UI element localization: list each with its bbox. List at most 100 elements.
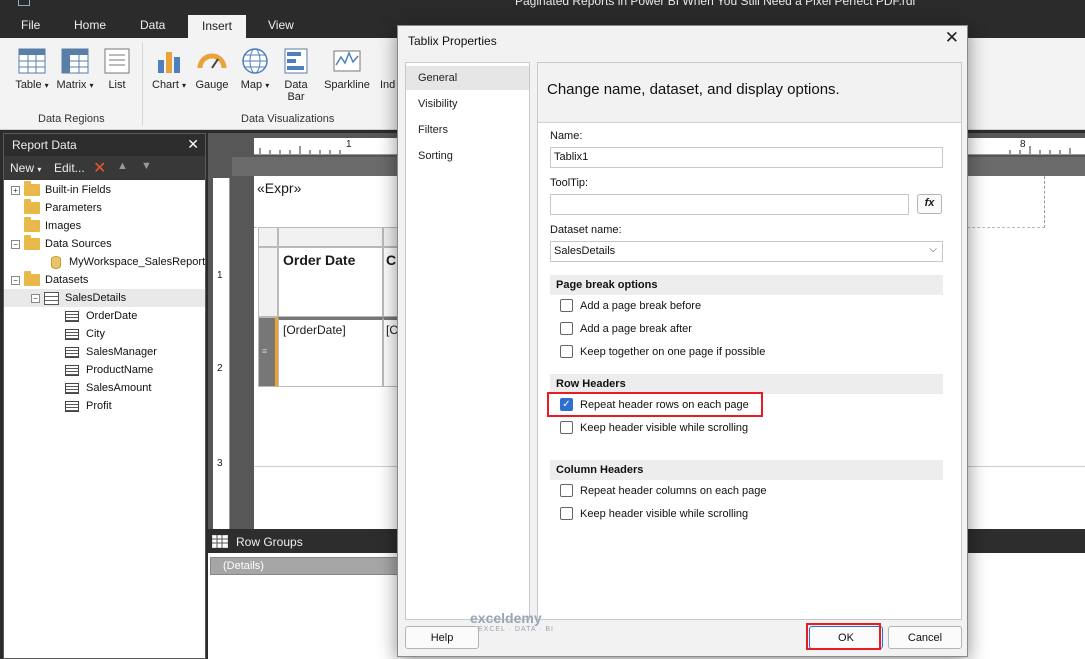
nav-general[interactable]: General <box>406 66 529 90</box>
delete-icon[interactable]: ✕ <box>93 158 106 178</box>
page-break-after-checkbox[interactable]: Add a page break after <box>560 320 692 337</box>
column-handle[interactable] <box>278 227 383 247</box>
collapse-icon[interactable]: − <box>11 275 20 285</box>
checkbox-icon[interactable] <box>560 484 573 497</box>
move-up-icon[interactable]: ▲ <box>117 160 128 172</box>
tablix[interactable]: Order Date Ci ≡ [OrderDate] [C <box>258 227 398 387</box>
table-button-label: Table <box>15 79 42 91</box>
dataset-table-icon <box>44 291 59 305</box>
tab-file[interactable]: File <box>21 18 40 32</box>
row-headers-section: Row Headers <box>550 374 943 394</box>
checkbox-icon[interactable] <box>560 507 573 520</box>
tablix-corner[interactable] <box>258 227 278 247</box>
table-icon <box>18 48 46 74</box>
checkbox-icon[interactable] <box>560 345 573 358</box>
detail-cell[interactable]: [C <box>383 317 398 387</box>
checkbox-icon[interactable] <box>560 299 573 312</box>
chevron-down-icon: ⌵ <box>929 244 937 255</box>
tree-field[interactable]: OrderDate <box>65 307 137 325</box>
tab-home[interactable]: Home <box>74 18 106 32</box>
name-input[interactable]: Tablix1 <box>550 147 943 168</box>
tree-images[interactable]: Images <box>24 217 81 235</box>
tree-label: Images <box>45 220 82 232</box>
row-handle[interactable] <box>258 247 278 317</box>
expr-textbox[interactable]: «Expr» <box>257 180 301 196</box>
title-bar: Paginated Reports in Power BI When You S… <box>0 0 1085 12</box>
tree-field[interactable]: SalesManager <box>65 343 157 361</box>
chart-button[interactable]: Chart ▾ <box>151 46 187 91</box>
keep-row-header-visible-checkbox[interactable]: Keep header visible while scrolling <box>560 419 748 436</box>
tooltip-input[interactable] <box>550 194 909 215</box>
tree-datasets[interactable]: − Datasets <box>11 271 88 289</box>
keep-together-checkbox[interactable]: Keep together on one page if possible <box>560 343 765 360</box>
column-handle[interactable] <box>383 227 398 247</box>
page-break-before-checkbox[interactable]: Add a page break before <box>560 297 701 314</box>
detail-cell[interactable]: [OrderDate] <box>278 317 383 387</box>
group-data-regions: Data Regions <box>38 113 105 125</box>
report-data-pane: Report Data ✕ New ▾ Edit... ✕ ▲ ▼ + Built… <box>3 133 206 659</box>
checkbox-label: Add a page break before <box>580 299 702 312</box>
details-group[interactable]: (Details) <box>210 557 400 575</box>
expression-button[interactable]: fx <box>917 194 942 214</box>
sparkline-button-label: Sparkline <box>324 79 370 91</box>
tree-parameters[interactable]: Parameters <box>24 199 102 217</box>
field-icon <box>65 382 79 394</box>
tab-view[interactable]: View <box>268 18 294 32</box>
keep-column-header-visible-checkbox[interactable]: Keep header visible while scrolling <box>560 505 748 522</box>
watermark-tagline: EXCEL · DATA · BI <box>478 626 554 633</box>
new-menu-button[interactable]: New ▾ <box>10 161 41 175</box>
header-cell[interactable]: Order Date <box>278 247 383 317</box>
chart-icon <box>158 52 180 73</box>
tree-label: SalesManager <box>86 346 157 358</box>
dataset-select[interactable]: SalesDetails ⌵ <box>550 241 943 262</box>
move-down-icon[interactable]: ▼ <box>141 160 152 172</box>
matrix-button-label: Matrix <box>56 79 87 91</box>
table-button[interactable]: Table ▾ <box>14 46 50 91</box>
folder-icon <box>24 217 40 232</box>
indicator-button-label: Ind <box>380 79 396 91</box>
checkbox-icon[interactable] <box>560 322 573 335</box>
matrix-button[interactable]: Matrix ▾ <box>56 46 94 91</box>
tab-data[interactable]: Data <box>140 18 165 32</box>
cancel-button[interactable]: Cancel <box>888 626 962 649</box>
repeat-header-columns-checkbox[interactable]: Repeat header columns on each page <box>560 482 767 499</box>
help-button[interactable]: Help <box>405 626 479 649</box>
window-title: Paginated Reports in Power BI When You S… <box>515 0 916 8</box>
header-cell[interactable]: Ci <box>383 247 398 317</box>
globe-icon <box>242 48 268 74</box>
watermark-brand: exceldemy <box>470 610 542 626</box>
page-break-section: Page break options <box>550 275 943 295</box>
tree-label: Datasets <box>45 274 89 286</box>
field-icon <box>65 400 79 412</box>
tree-field[interactable]: SalesAmount <box>65 379 151 397</box>
gauge-button[interactable]: Gauge <box>192 46 232 91</box>
collapse-icon[interactable]: − <box>31 293 40 303</box>
tab-insert[interactable]: Insert <box>188 15 247 38</box>
nav-visibility[interactable]: Visibility <box>406 92 529 116</box>
collapse-icon[interactable]: − <box>11 239 20 249</box>
row-handle-selected[interactable]: ≡ <box>258 317 278 387</box>
list-icon <box>104 48 130 74</box>
save-icon[interactable] <box>18 0 30 6</box>
field-icon <box>65 364 79 376</box>
tree-field[interactable]: ProductName <box>65 361 153 379</box>
data-bar-button[interactable]: Data Bar <box>280 46 312 103</box>
expand-icon[interactable]: + <box>11 185 20 195</box>
tree-built-in-fields[interactable]: + Built-in Fields <box>11 181 111 199</box>
list-button[interactable]: List <box>101 46 133 91</box>
ruler-mark: 1 <box>217 270 223 281</box>
tree-dataset-salesdetails[interactable]: − SalesDetails <box>4 289 205 307</box>
map-button[interactable]: Map ▾ <box>238 46 272 91</box>
tree-data-sources[interactable]: − Data Sources <box>11 235 112 253</box>
sparkline-button[interactable]: Sparkline <box>320 46 374 91</box>
tree-data-source-item[interactable]: MyWorkspace_SalesReport <box>51 253 205 271</box>
checkbox-icon[interactable] <box>560 421 573 434</box>
close-icon[interactable]: ✕ <box>187 136 199 153</box>
tree-field[interactable]: City <box>65 325 105 343</box>
dialog-close-icon[interactable]: ✕ <box>945 28 959 48</box>
tree-field[interactable]: Profit <box>65 397 112 415</box>
ruler-mark: 3 <box>217 458 223 469</box>
edit-button[interactable]: Edit... <box>54 161 85 175</box>
nav-sorting[interactable]: Sorting <box>406 144 529 168</box>
nav-filters[interactable]: Filters <box>406 118 529 142</box>
